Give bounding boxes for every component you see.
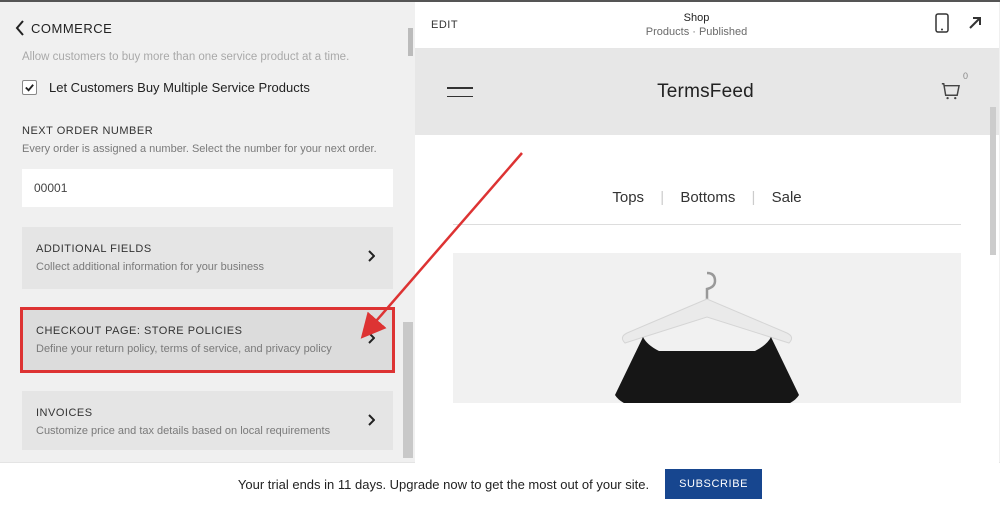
store-logo-text[interactable]: TermsFeed (657, 81, 754, 103)
edit-button[interactable]: EDIT (431, 19, 458, 31)
store-policies-card[interactable]: CHECKOUT PAGE: STORE POLICIES Define you… (22, 309, 393, 371)
additional-fields-card[interactable]: ADDITIONAL FIELDS Collect additional inf… (22, 227, 393, 289)
preview-scrollbar[interactable] (990, 107, 996, 255)
checkbox-label: Let Customers Buy Multiple Service Produ… (49, 80, 310, 95)
preview-header: EDIT Shop Products · Published (415, 2, 999, 49)
chevron-right-icon (368, 249, 375, 267)
section-title: NEXT ORDER NUMBER (22, 125, 393, 137)
scrollbar[interactable] (403, 322, 413, 458)
product-image-area[interactable] (453, 253, 961, 403)
store-category-nav: Tops | Bottoms | Sale (415, 135, 999, 224)
preview-page-info: Shop Products · Published (646, 11, 748, 40)
open-external-icon[interactable] (967, 15, 983, 36)
nav-divider-icon: | (752, 189, 756, 206)
card-description: Define your return policy, terms of serv… (36, 343, 379, 355)
subscribe-button[interactable]: SUBSCRIBE (665, 469, 762, 499)
trial-banner: Your trial ends in 11 days. Upgrade now … (0, 462, 1000, 505)
cart-icon[interactable]: 0 (938, 78, 961, 106)
preview-page-title: Shop (646, 11, 748, 25)
panel-title: COMMERCE (31, 21, 112, 36)
section-description: Every order is assigned a number. Select… (22, 143, 393, 155)
nav-divider-icon: | (660, 189, 664, 206)
mobile-preview-icon[interactable] (935, 13, 949, 38)
hanger-product-icon (547, 265, 867, 403)
commerce-settings-panel: COMMERCE Allow customers to buy more tha… (0, 2, 415, 462)
preview-page-subtitle: Products · Published (646, 25, 748, 39)
menu-icon[interactable] (447, 87, 473, 97)
site-preview-body: TermsFeed 0 Tops | Bottoms | Sale (415, 49, 999, 464)
chevron-right-icon (368, 331, 375, 349)
card-title: CHECKOUT PAGE: STORE POLICIES (36, 325, 379, 337)
divider-line (453, 224, 961, 225)
back-chevron-icon[interactable] (15, 20, 25, 36)
invoices-card[interactable]: INVOICES Customize price and tax details… (22, 391, 393, 450)
nav-link-bottoms[interactable]: Bottoms (668, 189, 747, 206)
store-header: TermsFeed 0 (415, 49, 999, 135)
card-description: Collect additional information for your … (36, 261, 379, 273)
scrollbar-top-icon[interactable] (408, 28, 413, 56)
preview-panel: EDIT Shop Products · Published TermsFeed (415, 2, 999, 462)
nav-link-sale[interactable]: Sale (760, 189, 814, 206)
card-title: INVOICES (36, 407, 379, 419)
chevron-right-icon (368, 413, 375, 431)
cart-count-badge: 0 (963, 71, 968, 81)
next-order-number-section: NEXT ORDER NUMBER Every order is assigne… (22, 125, 393, 207)
trial-message: Your trial ends in 11 days. Upgrade now … (238, 477, 649, 492)
next-order-number-input[interactable] (22, 169, 393, 207)
truncated-description: Allow customers to buy more than one ser… (22, 50, 393, 66)
panel-header: COMMERCE (0, 2, 415, 50)
checkbox-checked-icon[interactable] (22, 80, 37, 95)
card-description: Customize price and tax details based on… (36, 425, 379, 437)
multiple-services-checkbox-row[interactable]: Let Customers Buy Multiple Service Produ… (22, 80, 393, 95)
nav-link-tops[interactable]: Tops (600, 189, 656, 206)
card-title: ADDITIONAL FIELDS (36, 243, 379, 255)
